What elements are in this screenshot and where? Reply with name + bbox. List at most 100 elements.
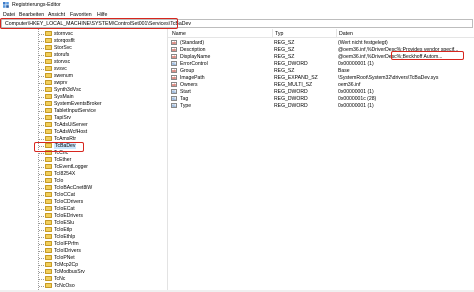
folder-icon — [45, 38, 52, 43]
string-value-icon: ab — [171, 68, 177, 73]
tree-connector — [39, 236, 44, 238]
tree-connector — [39, 222, 44, 224]
folder-icon — [45, 283, 52, 288]
value-type: REG_EXPAND_SZ — [274, 74, 318, 81]
value-type: REG_SZ — [274, 67, 295, 74]
tree-item[interactable]: TcIo — [0, 177, 166, 184]
tree-connector — [39, 138, 44, 140]
string-value-icon: ab — [171, 82, 177, 87]
tree-item[interactable]: TcNc — [0, 275, 166, 282]
folder-icon — [45, 220, 52, 225]
menu-favorites[interactable]: Favoriten — [70, 12, 92, 18]
tree-item[interactable]: SysMain — [0, 93, 166, 100]
value-data: Base — [338, 67, 350, 74]
folder-icon — [45, 276, 52, 281]
column-separator[interactable] — [272, 29, 273, 37]
value-row[interactable]: 01 ErrorControl REG_DWORD 0x00000001 (1) — [168, 60, 474, 67]
menu-edit[interactable]: Bearbeiten — [19, 12, 44, 18]
tree-item[interactable]: TcModbusSrv — [0, 268, 166, 275]
tree-item[interactable]: Synth3dVsc — [0, 86, 166, 93]
value-name: Type — [180, 102, 192, 109]
tree-item[interactable]: TcAmsRtr — [0, 135, 166, 142]
folder-icon — [45, 115, 52, 120]
tree-item[interactable]: TcEther — [0, 156, 166, 163]
tree-item[interactable]: storqosflt — [0, 37, 166, 44]
tree-item[interactable]: storvsc — [0, 58, 166, 65]
selected-key-highlight — [34, 142, 84, 152]
column-separator[interactable] — [336, 29, 337, 37]
tree-item[interactable]: TcIoEthIp — [0, 233, 166, 240]
tree-item-label: TcIo — [54, 177, 64, 184]
tree-item[interactable]: TcEventLogger — [0, 163, 166, 170]
tree-item[interactable]: TcIoCDrivers — [0, 198, 166, 205]
column-data-header[interactable]: Daten — [339, 31, 353, 37]
tree-connector — [39, 166, 44, 168]
tree-item[interactable]: SystemEventsBroker — [0, 100, 166, 107]
tree-item[interactable]: TcIoPNet — [0, 254, 166, 261]
tree-item[interactable]: TabletInputService — [0, 107, 166, 114]
tree-item[interactable]: TcIoESlu — [0, 219, 166, 226]
tree-item-label: TcMcp2Cp — [54, 261, 79, 268]
menu-file[interactable]: Datei — [3, 12, 15, 18]
tree-item[interactable]: TcIoEDrivers — [0, 212, 166, 219]
tree-item[interactable]: storufs — [0, 51, 166, 58]
tree-item[interactable]: TcIoCCat — [0, 191, 166, 198]
value-row[interactable]: 01 Type REG_DWORD 0x00000001 (1) — [168, 102, 474, 109]
tree-item-label: TcIoCDrivers — [54, 198, 84, 205]
value-row[interactable]: 01 Start REG_DWORD 0x00000001 (1) — [168, 88, 474, 95]
value-type: REG_SZ — [274, 39, 295, 46]
tree-item[interactable]: svsvc — [0, 65, 166, 72]
tree-item[interactable]: TcIoIDrivers — [0, 247, 166, 254]
tree-item[interactable]: TcMcp2Cp — [0, 261, 166, 268]
column-type-header[interactable]: Typ — [275, 31, 283, 37]
tree-item-label: TcIoPNet — [54, 254, 75, 261]
tree-item-label: TcIoEthIp — [54, 233, 76, 240]
tree-item[interactable]: TapiSrv — [0, 114, 166, 121]
value-row[interactable]: ab (Standard) REG_SZ (Wert nicht festgelegt… — [168, 39, 474, 46]
tree-item[interactable]: StorSvc — [0, 44, 166, 51]
value-row[interactable]: ab Group REG_SZ Base — [168, 67, 474, 74]
tree-connector — [39, 215, 44, 217]
tree-item[interactable]: TcIoECat — [0, 205, 166, 212]
tree-item[interactable]: swprv — [0, 79, 166, 86]
tree-connector — [39, 285, 44, 287]
tree-item-label: storqosflt — [54, 37, 75, 44]
folder-icon — [45, 101, 52, 106]
value-row[interactable]: ab ImagePath REG_EXPAND_SZ \SystemRoot\Syst… — [168, 74, 474, 81]
tree-item-label: stornvsc — [54, 30, 73, 37]
value-name: ImagePath — [180, 74, 205, 81]
title-bar: Registrierungs-Editor — [0, 0, 474, 10]
tree-connector — [39, 61, 44, 63]
tree-connector — [39, 75, 44, 77]
value-type: REG_SZ — [274, 46, 295, 53]
tree-item[interactable]: TcNcOso — [0, 282, 166, 289]
tree-item[interactable]: TcIoEtlp — [0, 226, 166, 233]
tree-item[interactable]: TcAdsWcfHost — [0, 128, 166, 135]
tree-item[interactable]: stornvsc — [0, 30, 166, 37]
tree-item[interactable]: TcI8254X — [0, 170, 166, 177]
key-tree[interactable]: stornvsc storqosflt StorSvc storufs storvsc s… — [0, 29, 166, 292]
tree-item[interactable]: TcIoIFPrfm — [0, 240, 166, 247]
menu-view[interactable]: Ansicht — [48, 12, 65, 18]
column-name-header[interactable]: Name — [172, 31, 186, 37]
folder-icon — [45, 108, 52, 113]
folder-icon — [45, 73, 52, 78]
value-type: REG_DWORD — [274, 88, 308, 95]
binary-value-icon: 01 — [171, 61, 177, 66]
value-row[interactable]: 01 Tag REG_DWORD 0x0000001c (28) — [168, 95, 474, 102]
menu-help[interactable]: Hilfe — [97, 12, 107, 18]
folder-icon — [45, 59, 52, 64]
tree-item[interactable]: TcAdsUiServer — [0, 121, 166, 128]
value-row[interactable]: ab Owners REG_MULTI_SZ oem36.inf — [168, 81, 474, 88]
tree-connector — [39, 117, 44, 119]
tree-item[interactable]: swenum — [0, 72, 166, 79]
folder-icon — [45, 234, 52, 239]
tree-connector — [39, 54, 44, 56]
value-data: 0x0000001c (28) — [338, 95, 377, 102]
tree-item-label: TcNc — [54, 275, 66, 282]
tree-item[interactable]: TcIoBAcCnet8iW — [0, 184, 166, 191]
folder-icon — [45, 129, 52, 134]
folder-icon — [45, 52, 52, 57]
tree-item-label: TcIoBAcCnet8iW — [54, 184, 93, 191]
value-type: REG_DWORD — [274, 102, 308, 109]
